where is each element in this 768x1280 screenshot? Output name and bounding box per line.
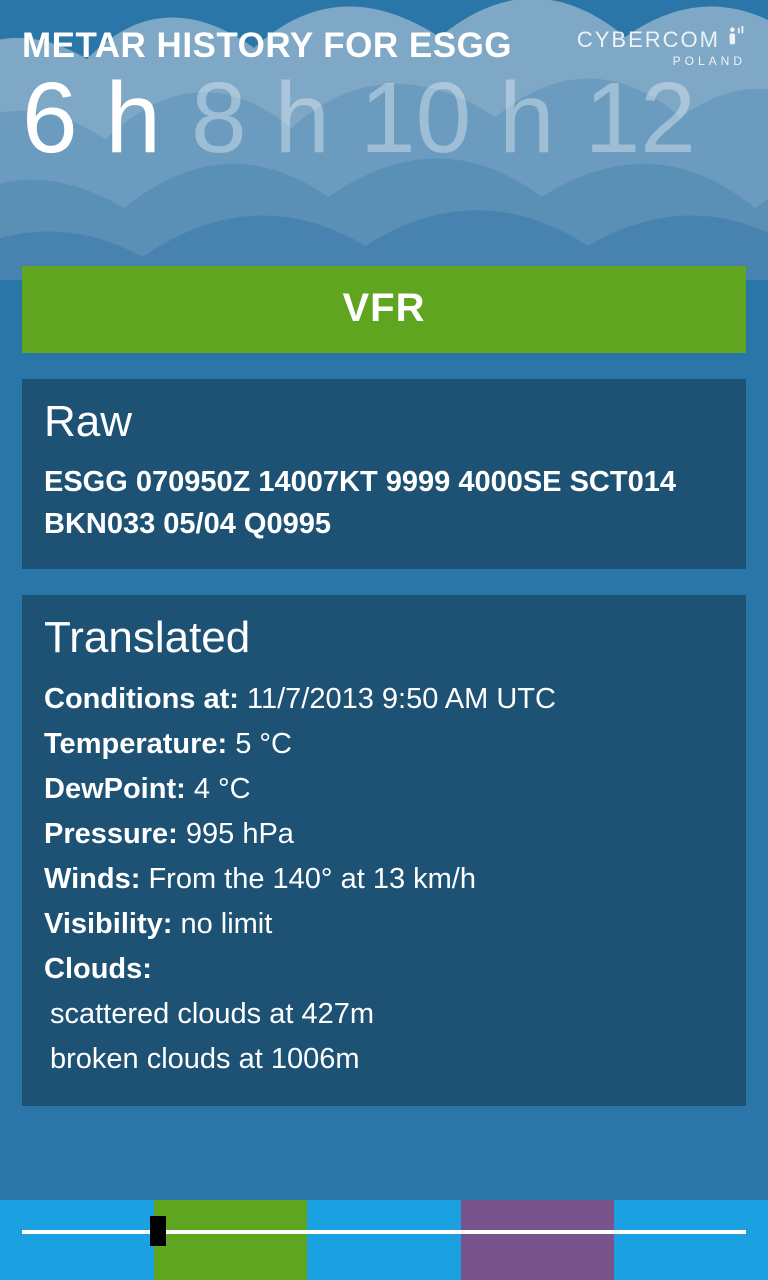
- tile-5: [614, 1200, 768, 1280]
- time-range-pivot[interactable]: 6 h 8 h 10 h 12: [22, 68, 746, 168]
- visibility-label: Visibility:: [44, 908, 172, 940]
- raw-heading: Raw: [44, 397, 724, 447]
- pivot-item-10h[interactable]: 10 h: [360, 68, 555, 168]
- temperature-line: Temperature: 5 °C: [44, 722, 724, 767]
- pivot-item-6h[interactable]: 6 h: [22, 68, 161, 168]
- flight-rules-label: VFR: [343, 286, 426, 330]
- temperature-value: 5 °C: [235, 728, 292, 760]
- clouds-details: scattered clouds at 427m broken clouds a…: [44, 992, 724, 1082]
- pivot-item-8h[interactable]: 8 h: [191, 68, 330, 168]
- timeline-slider-track[interactable]: [22, 1230, 746, 1234]
- bottom-tile-strip: [0, 1200, 768, 1280]
- pivot-item-12h[interactable]: 12: [585, 68, 696, 168]
- dewpoint-label: DewPoint:: [44, 773, 186, 805]
- pressure-line: Pressure: 995 hPa: [44, 812, 724, 857]
- brand-name-text: CYBERCOM: [577, 27, 720, 53]
- dewpoint-value: 4 °C: [194, 773, 251, 805]
- winds-label: Winds:: [44, 863, 140, 895]
- winds-value: From the 140° at 13 km/h: [148, 863, 476, 895]
- tile-4: [461, 1200, 615, 1280]
- dewpoint-line: DewPoint: 4 °C: [44, 767, 724, 812]
- tile-2: [154, 1200, 308, 1280]
- winds-line: Winds: From the 140° at 13 km/h: [44, 857, 724, 902]
- brand-logo: CYBERCOM POLAND: [577, 26, 746, 68]
- clouds-label: Clouds:: [44, 953, 152, 985]
- brand-sub-text: POLAND: [577, 54, 746, 68]
- conditions-line: Conditions at: 11/7/2013 9:50 AM UTC: [44, 677, 724, 722]
- clouds-line: Clouds:: [44, 947, 724, 992]
- conditions-value: 11/7/2013 9:50 AM UTC: [247, 683, 556, 715]
- brand-person-icon: [726, 26, 746, 54]
- tile-1: [0, 1200, 154, 1280]
- clouds-detail-1: scattered clouds at 427m: [44, 992, 724, 1037]
- temperature-label: Temperature:: [44, 728, 227, 760]
- raw-metar-text: ESGG 070950Z 14007KT 9999 4000SE SCT014 …: [44, 461, 724, 545]
- timeline-slider-thumb[interactable]: [150, 1216, 166, 1246]
- flight-rules-banner: VFR: [22, 266, 746, 353]
- visibility-line: Visibility: no limit: [44, 902, 724, 947]
- visibility-value: no limit: [180, 908, 272, 940]
- raw-card: Raw ESGG 070950Z 14007KT 9999 4000SE SCT…: [22, 379, 746, 569]
- pressure-value: 995 hPa: [186, 818, 294, 850]
- pressure-label: Pressure:: [44, 818, 178, 850]
- page-title: METAR HISTORY FOR ESGG: [22, 26, 512, 66]
- conditions-label: Conditions at:: [44, 683, 239, 715]
- tile-3: [307, 1200, 461, 1280]
- translated-card: Translated Conditions at: 11/7/2013 9:50…: [22, 595, 746, 1105]
- translated-heading: Translated: [44, 613, 724, 663]
- clouds-detail-2: broken clouds at 1006m: [44, 1037, 724, 1082]
